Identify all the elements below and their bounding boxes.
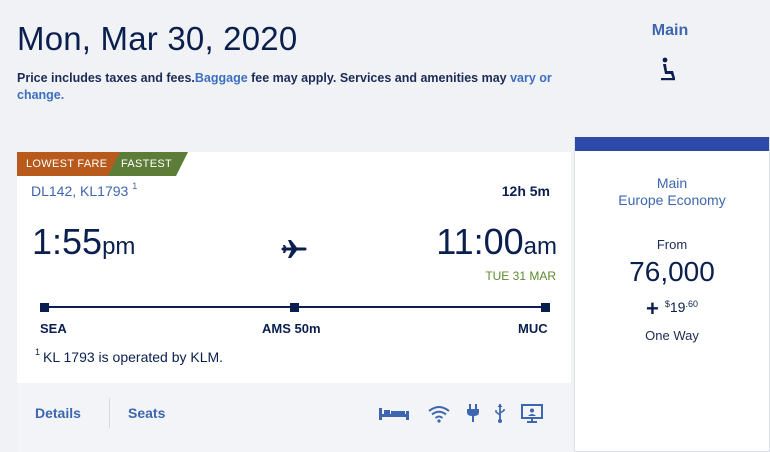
seat-icon [661,57,675,81]
origin-code: SEA [40,321,67,336]
fare-column-header-bar [575,137,769,151]
baggage-link[interactable]: Baggage [195,71,248,85]
fare-fee: + $19.60 [575,296,769,322]
wifi-icon [428,406,450,423]
flight-date-heading: Mon, Mar 30, 2020 [17,20,298,57]
footer-divider [109,398,110,428]
arrival-ampm: am [523,233,557,260]
origin-marker [40,303,49,312]
arrival-time: 11:00am [380,221,557,263]
details-link[interactable]: Details [35,405,81,421]
price-note-prefix: Price includes taxes and fees. [17,71,195,85]
price-note-middle: fee may apply. Services and amenities ma… [247,71,511,85]
flight-footnote-marker: 1 [132,181,138,191]
arrival-time-value: 11:00 [436,221,524,262]
footnote-number: 1 [35,347,41,357]
power-plug-icon [467,404,479,422]
plus-sign: + [646,296,659,321]
fare-from-label: From [656,237,688,252]
destination-marker [541,303,550,312]
trip-type-label: One Way [645,328,699,343]
departure-ampm: pm [102,233,136,260]
operator-footnote: 1 KL 1793 is operated by KLM. [35,347,224,365]
entertainment-screen-icon [521,404,543,423]
lowest-fare-tag: LOWEST FARE [17,152,120,176]
layover-info: AMS 50m [262,321,321,336]
fee-amount: 19 [669,299,686,316]
flight-numbers-link[interactable]: DL142, KL1793 1 [31,181,138,199]
departure-time-value: 1:55 [32,221,103,262]
arrival-date: TUE 31 MAR [485,269,556,283]
destination-code: MUC [518,321,548,336]
fee-cents: .60 [685,299,698,310]
fare-cabin-title: Main Europe Economy [575,175,769,209]
fare-cabin-name: Main [656,175,688,191]
seats-link[interactable]: Seats [128,405,165,421]
flight-numbers: DL142, KL1793 [31,183,129,199]
flight-duration: 12h 5m [501,183,550,199]
departure-time: 1:55pm [32,221,135,263]
fare-miles: 76,000 [629,256,715,287]
footnote-text: KL 1793 is operated by KLM. [43,349,224,365]
layover-marker [290,303,299,312]
airplane-icon [281,240,307,258]
bed-icon [379,408,409,420]
price-note: Price includes taxes and fees.Baggage fe… [17,70,577,104]
cabin-column-heading: Main [651,22,689,39]
usb-icon [495,404,505,423]
flight-card-footer [17,383,571,452]
fastest-tag: FASTEST [108,152,188,176]
fare-product-name: Europe Economy [618,192,726,208]
